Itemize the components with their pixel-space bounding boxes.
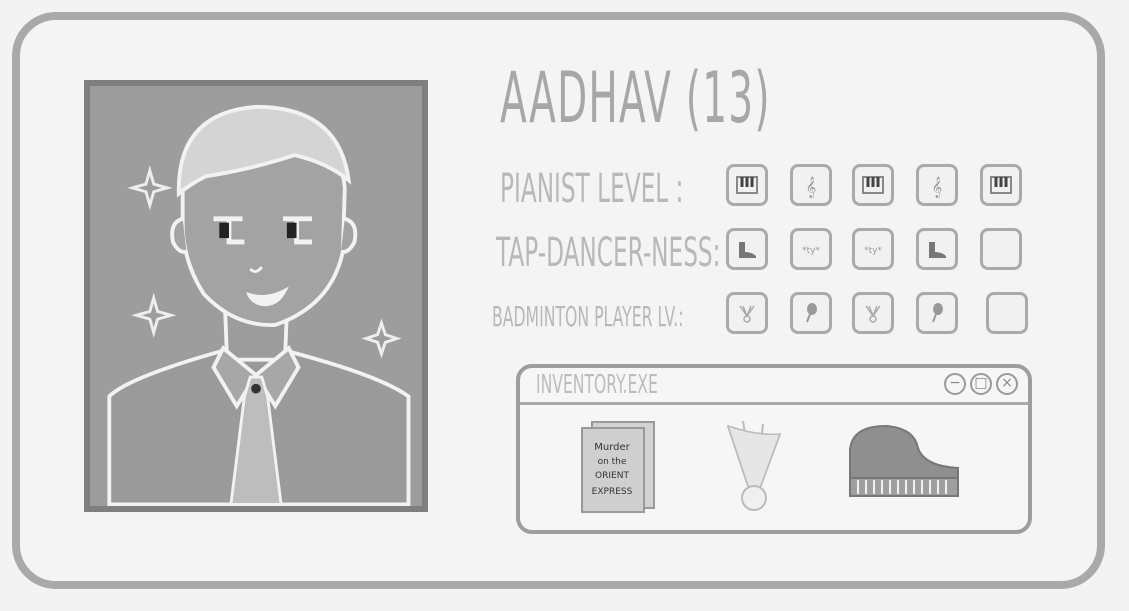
close-icon[interactable]: × <box>996 373 1018 395</box>
svg-text:Murder: Murder <box>594 442 630 453</box>
svg-text:𝄞: 𝄞 <box>806 177 817 198</box>
svg-text:𝄞: 𝄞 <box>932 177 943 198</box>
tap-shoe-icon <box>916 228 958 270</box>
racket-icon <box>916 292 958 334</box>
maximize-icon[interactable]: □ <box>970 373 992 395</box>
piano-keys-icon <box>852 164 894 206</box>
minimize-icon[interactable]: − <box>944 373 966 395</box>
svg-text:ORIENT: ORIENT <box>595 471 629 481</box>
inventory-title: INVENTORY.EXE <box>536 370 658 400</box>
treble-clef-icon: 𝄞 <box>916 164 958 206</box>
tap-sound-icon: *ty* <box>790 228 832 270</box>
grand-piano-icon[interactable] <box>842 420 966 510</box>
shuttlecock-icon <box>726 292 768 334</box>
stat-label-badminton: BADMINTON PLAYER LV.: <box>492 300 684 333</box>
inventory-window: INVENTORY.EXE − □ × Murder on the ORIENT… <box>516 364 1032 534</box>
treble-clef-icon: 𝄞 <box>790 164 832 206</box>
svg-text:on the: on the <box>598 457 627 467</box>
empty-slot <box>986 292 1028 334</box>
inventory-titlebar: INVENTORY.EXE − □ × <box>520 368 1028 405</box>
piano-keys-icon <box>980 164 1022 206</box>
avatar-portrait <box>84 80 428 512</box>
stat-label-pianist: PIANIST LEVEL : <box>500 166 684 212</box>
empty-slot <box>980 228 1022 270</box>
avatar-drawing <box>107 104 411 506</box>
profile-name: AADHAV (13) <box>500 57 771 139</box>
piano-keys-icon <box>726 164 768 206</box>
shuttlecock-icon <box>852 292 894 334</box>
book-icon[interactable]: Murder on the ORIENT EXPRESS <box>576 416 660 520</box>
racket-icon <box>790 292 832 334</box>
svg-text:EXPRESS: EXPRESS <box>592 487 633 497</box>
shuttlecock-item-icon[interactable] <box>708 416 798 520</box>
tap-shoe-icon <box>726 228 768 270</box>
svg-text:*ty*: *ty* <box>802 246 820 256</box>
tap-sound-icon: *ty* <box>852 228 894 270</box>
svg-text:*ty*: *ty* <box>864 246 882 256</box>
stat-label-tap-dancer: TAP-DANCER-NESS: <box>496 230 721 276</box>
